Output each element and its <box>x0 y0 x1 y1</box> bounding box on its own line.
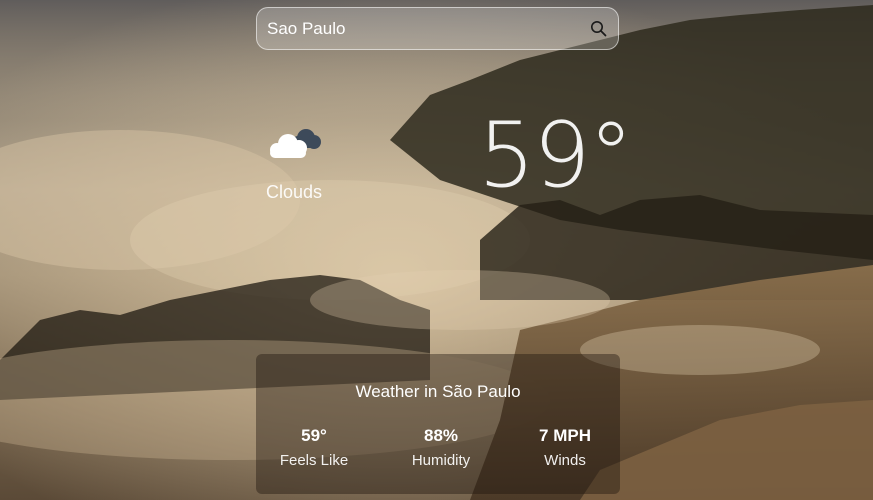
stat-label: Feels Like <box>279 452 349 469</box>
current-temperature: 59° <box>478 103 634 208</box>
search-button[interactable] <box>578 8 618 49</box>
stat-humidity: 88% Humidity <box>381 426 501 469</box>
stat-label: Winds <box>544 452 586 469</box>
card-title: Weather in São Paulo <box>355 382 521 401</box>
weather-details-card: Weather in São Paulo 59° Feels Like 88% … <box>256 354 620 494</box>
stat-value: 88% <box>423 426 459 445</box>
search-icon <box>590 21 606 37</box>
stat-winds: 7 MPH Winds <box>505 426 625 469</box>
weather-condition: Clouds <box>266 182 323 202</box>
city-search-box <box>256 7 619 50</box>
city-search-input[interactable] <box>257 8 578 49</box>
stat-value: 7 MPH <box>539 426 591 445</box>
stat-label: Humidity <box>411 452 471 469</box>
weather-app: Clouds 59° Weather in São Paulo 59° Feel… <box>0 0 873 500</box>
clouds-icon <box>270 129 321 158</box>
stat-feels-like: 59° Feels Like <box>254 426 374 469</box>
stat-value: 59° <box>301 426 327 445</box>
